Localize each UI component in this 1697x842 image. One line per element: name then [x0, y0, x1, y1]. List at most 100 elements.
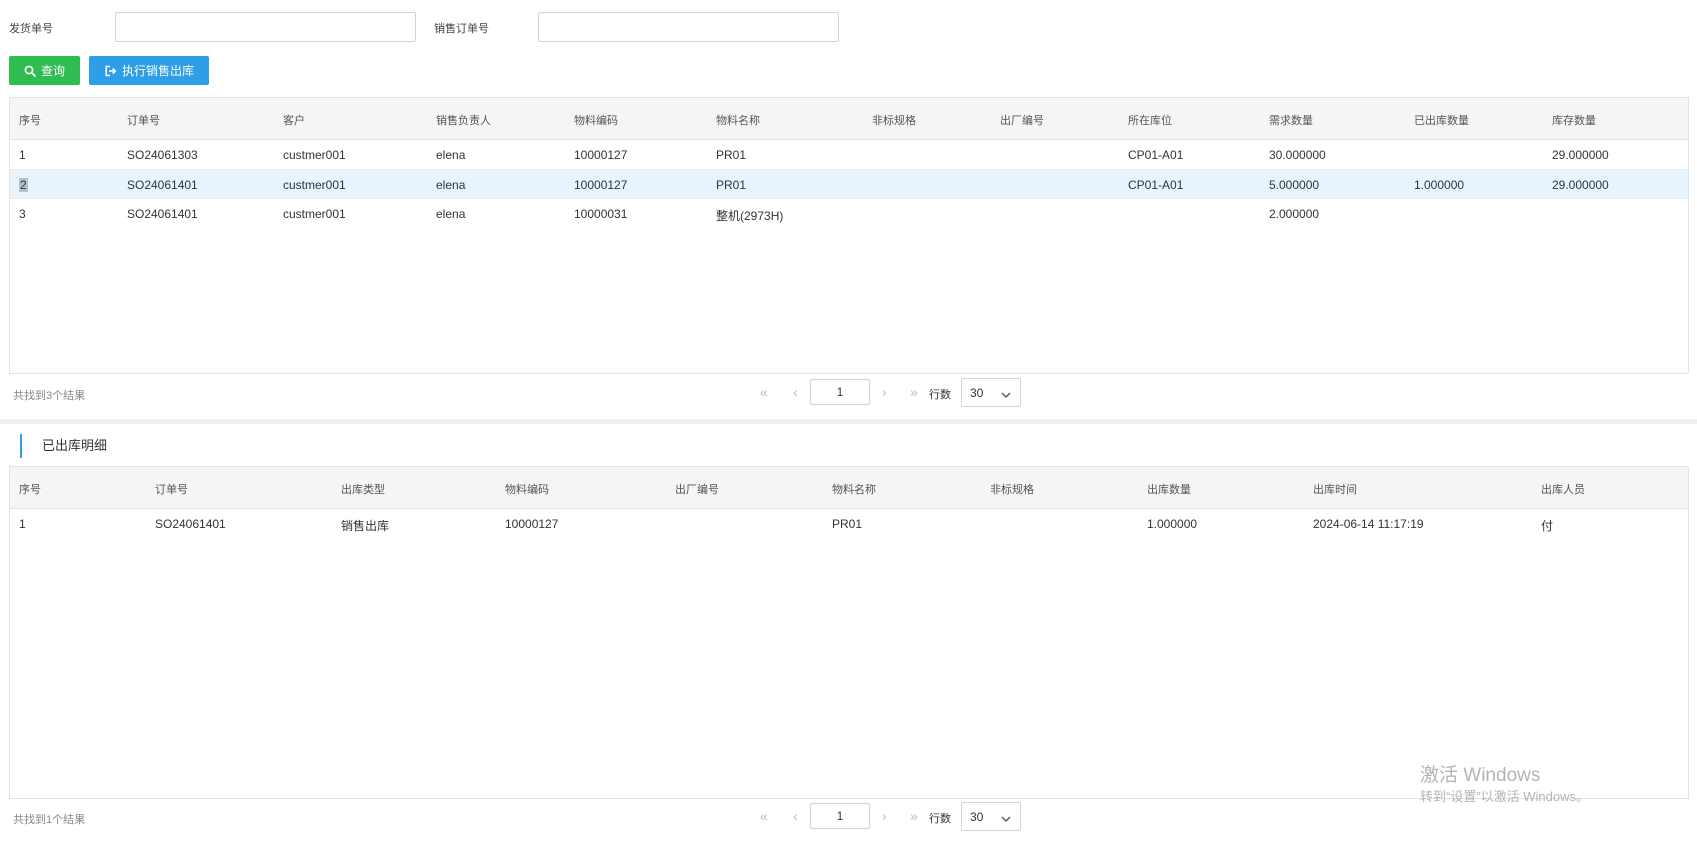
table-cell: 29.000000 [1552, 148, 1609, 162]
detail-pagination: 共找到1个结果 « ‹ › » 行数 30 [0, 802, 1697, 831]
result-count: 共找到1个结果 [13, 814, 86, 826]
table-cell: 29.000000 [1552, 177, 1609, 192]
column-header[interactable]: 出库数量 [1147, 481, 1191, 497]
table-cell: 1 [19, 148, 26, 162]
column-header[interactable]: 订单号 [155, 481, 188, 497]
next-page-button[interactable]: › [882, 809, 887, 823]
query-button-label: 查询 [40, 64, 65, 78]
table-cell: 1.000000 [1414, 177, 1465, 192]
shipment-no-input[interactable] [115, 12, 416, 42]
rows-per-page-value: 30 [970, 810, 984, 824]
column-header[interactable]: 出厂编号 [1000, 112, 1044, 128]
execute-button-label: 执行销售出库 [121, 64, 194, 78]
table-cell: 10000031 [574, 207, 628, 221]
table-cell: custmer001 [283, 148, 346, 162]
outbound-detail-table: 序号 订单号 出库类型 物料编码 出厂编号 物料名称 非标规格 出库数量 出库时… [9, 466, 1689, 799]
table-cell: 3 [19, 207, 26, 221]
search-bar: 发货单号 销售订单号 [0, 12, 900, 42]
last-page-button[interactable]: » [910, 385, 918, 399]
table-row[interactable]: 1 SO24061401 销售出库 10000127 PR01 1.000000… [10, 509, 1688, 537]
page-number-input[interactable] [810, 803, 870, 829]
page-number-input[interactable] [810, 379, 870, 405]
column-header[interactable]: 所在库位 [1128, 112, 1172, 128]
table-cell: 1.000000 [1147, 517, 1198, 531]
table-cell: 30.000000 [1269, 148, 1326, 162]
orders-pagination: 共找到3个结果 « ‹ › » 行数 30 [0, 378, 1697, 407]
table-row[interactable]: 1 SO24061303 custmer001 elena 10000127 P… [10, 140, 1688, 170]
table-cell: 10000127 [505, 517, 559, 531]
table-cell: SO24061401 [127, 207, 198, 221]
table-cell: elena [436, 207, 466, 221]
column-header[interactable]: 销售负责人 [436, 112, 491, 128]
table-cell: custmer001 [283, 207, 346, 221]
column-header[interactable]: 订单号 [127, 112, 160, 128]
table-row[interactable]: 3 SO24061401 custmer001 elena 10000031 整… [10, 199, 1688, 229]
column-header[interactable]: 非标规格 [872, 112, 916, 128]
column-header[interactable]: 出厂编号 [675, 481, 719, 497]
orders-table: 序号 订单号 客户 销售负责人 物料编码 物料名称 非标规格 出厂编号 所在库位… [9, 97, 1689, 374]
table-cell: SO24061401 [127, 177, 198, 192]
section-title: 已出库明细 [20, 434, 107, 458]
column-header[interactable]: 序号 [19, 481, 41, 497]
rows-per-page-value: 30 [970, 386, 984, 400]
last-page-button[interactable]: » [910, 809, 918, 823]
query-button[interactable]: 查询 [9, 56, 80, 85]
detail-table-header: 序号 订单号 出库类型 物料编码 出厂编号 物料名称 非标规格 出库数量 出库时… [10, 467, 1688, 509]
chevron-down-icon [1001, 812, 1011, 826]
prev-page-button[interactable]: ‹ [793, 385, 798, 399]
table-cell: elena [436, 148, 466, 162]
table-cell: PR01 [832, 517, 863, 531]
table-cell: CP01-A01 [1128, 177, 1184, 192]
windows-activation-watermark-title: 激活 Windows [1420, 765, 1541, 786]
table-cell: SO24061401 [155, 517, 226, 531]
table-row-selected[interactable]: 2 SO24061401 custmer001 elena 10000127 P… [10, 169, 1688, 199]
rows-per-page-label: 行数 [929, 389, 951, 401]
table-cell: elena [436, 177, 466, 192]
column-header[interactable]: 物料编码 [505, 481, 549, 497]
column-header[interactable]: 出库时间 [1313, 481, 1357, 497]
first-page-button[interactable]: « [760, 385, 768, 399]
table-cell: 10000127 [574, 148, 628, 162]
table-cell: 1 [19, 517, 26, 531]
rows-per-page-select[interactable]: 30 [961, 378, 1021, 407]
column-header[interactable]: 客户 [283, 112, 305, 128]
table-cell: 10000127 [574, 177, 628, 192]
search-icon [24, 65, 36, 77]
rows-per-page-label: 行数 [929, 813, 951, 825]
column-header[interactable]: 出库人员 [1541, 481, 1585, 497]
section-divider [0, 419, 1697, 424]
first-page-button[interactable]: « [760, 809, 768, 823]
column-header[interactable]: 物料名称 [832, 481, 876, 497]
table-cell: PR01 [716, 177, 747, 192]
column-header[interactable]: 物料编码 [574, 112, 618, 128]
table-cell: 付 [1541, 519, 1554, 533]
table-cell: 整机(2973H) [716, 209, 784, 223]
next-page-button[interactable]: › [882, 385, 887, 399]
rows-per-page-select[interactable]: 30 [961, 802, 1021, 831]
column-header[interactable]: 需求数量 [1269, 112, 1313, 128]
sign-out-icon [104, 65, 117, 77]
table-cell: 5.000000 [1269, 177, 1320, 192]
column-header[interactable]: 非标规格 [990, 481, 1034, 497]
orders-table-header: 序号 订单号 客户 销售负责人 物料编码 物料名称 非标规格 出厂编号 所在库位… [10, 98, 1688, 140]
column-header[interactable]: 序号 [19, 112, 41, 128]
prev-page-button[interactable]: ‹ [793, 809, 798, 823]
table-cell: 2.000000 [1269, 207, 1320, 221]
shipment-no-label: 发货单号 [9, 23, 53, 35]
table-cell: 2024-06-14 11:17:19 [1313, 517, 1424, 531]
sales-order-label: 销售订单号 [434, 23, 489, 35]
column-header[interactable]: 出库类型 [341, 481, 385, 497]
sales-order-input[interactable] [538, 12, 839, 42]
table-cell: CP01-A01 [1128, 148, 1184, 162]
chevron-down-icon [1001, 388, 1011, 402]
column-header[interactable]: 物料名称 [716, 112, 760, 128]
table-cell: 销售出库 [341, 519, 390, 533]
table-cell: PR01 [716, 148, 747, 162]
column-header[interactable]: 库存数量 [1552, 112, 1596, 128]
windows-activation-watermark-hint: 转到“设置”以激活 Windows。 [1420, 789, 1590, 804]
column-header[interactable]: 已出库数量 [1414, 112, 1469, 128]
table-cell: custmer001 [283, 177, 346, 192]
result-count: 共找到3个结果 [13, 390, 86, 402]
execute-sales-outbound-button[interactable]: 执行销售出库 [89, 56, 209, 85]
table-cell: 2 [19, 177, 28, 192]
